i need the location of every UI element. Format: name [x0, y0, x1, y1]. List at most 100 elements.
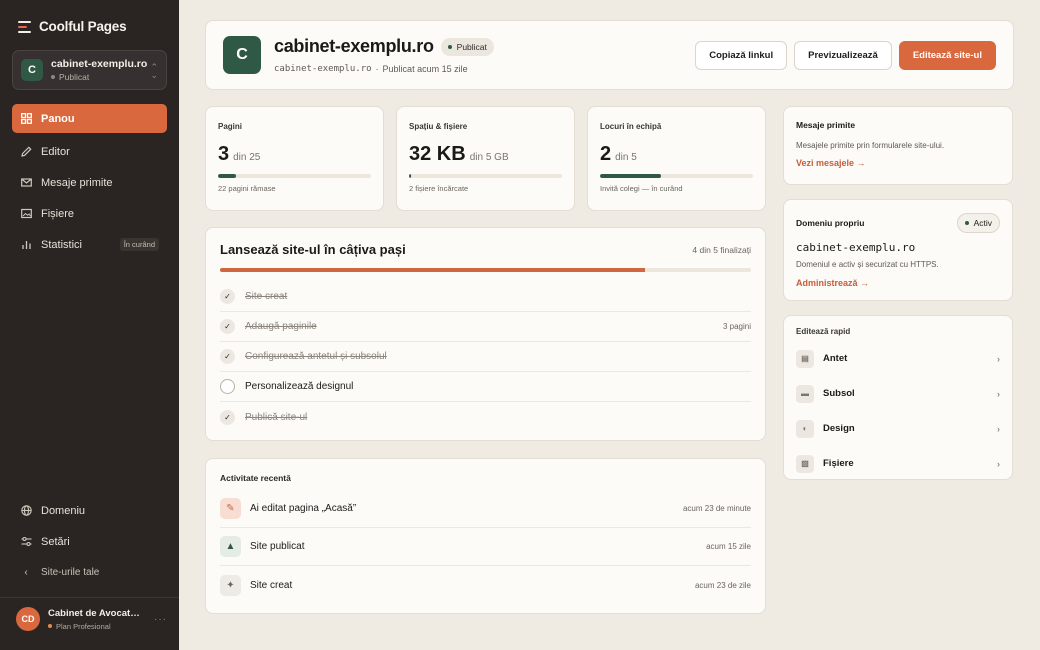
stat-card-pages: Pagini 3 din 25 22 pagini rămase: [205, 106, 384, 211]
step-item[interactable]: ✓ Site creat: [220, 282, 751, 312]
step-item[interactable]: ✓ Publică site-ul: [220, 402, 751, 432]
progress-bar: [218, 174, 371, 178]
sidebar-divider: [0, 597, 179, 598]
quick-edit-title: Editează rapid: [796, 327, 851, 336]
step-label: Publică site-ul: [245, 411, 308, 423]
recent-activity-card: Activitate recentă ✎ Ai editat pagina „A…: [205, 458, 766, 614]
activity-list: ✎ Ai editat pagina „Acasă” acum 23 de mi…: [220, 490, 751, 604]
check-icon: ✓: [220, 409, 235, 425]
progress-fill: [220, 268, 645, 272]
chevron-left-icon: ‹: [24, 567, 28, 578]
image-icon: [20, 208, 32, 220]
sidebar-item-domeniu[interactable]: Domeniu: [12, 496, 167, 525]
site-avatar: C: [223, 36, 261, 74]
check-icon: ✓: [220, 319, 235, 334]
quick-edit-label: Fișiere: [823, 458, 854, 469]
user-account[interactable]: CD Cabinet de Avocatură D... Plan Profes…: [16, 607, 167, 631]
status-dot: [447, 44, 452, 49]
activity-label: Ai editat pagina „Acasă”: [250, 503, 357, 514]
status-dot: [964, 221, 969, 225]
step-meta: 3 pagini: [722, 322, 751, 331]
stat-value: 32 KB: [409, 143, 466, 165]
chevron-right-icon: ›: [997, 458, 1000, 469]
sidebar-bottom-nav: Domeniu Setări ‹ Site-urile tale: [12, 496, 167, 589]
sidebar-item-statistici[interactable]: Statistici În curând: [12, 230, 167, 259]
status-badge: Publicat: [440, 37, 494, 56]
steps-list: ✓ Site creat ✓ Adaugă paginile 3 pagini …: [220, 282, 751, 432]
sidebar-item-editor[interactable]: Editor: [12, 137, 167, 166]
site-switcher-status: Publicat: [51, 72, 147, 82]
step-label: Adaugă paginile: [245, 321, 317, 332]
stat-value: 3: [218, 143, 230, 165]
stat-label: Locuri în echipă: [600, 122, 662, 131]
stat-value: 2: [600, 143, 612, 165]
quick-edit-item-subsol[interactable]: ▬ Subsol ›: [796, 376, 1000, 411]
sidebar-item-site-urile[interactable]: ‹ Site-urile tale: [12, 558, 167, 587]
image-icon: ▧: [796, 454, 814, 473]
status-badge-text: Activ: [973, 218, 992, 228]
chevron-right-icon: ›: [997, 353, 1000, 364]
activity-time: acum 23 de zile: [694, 580, 751, 590]
step-item[interactable]: ✓ Configurează antetul și subsolul: [220, 342, 751, 372]
sidebar-item-panou[interactable]: Panou: [12, 104, 167, 133]
site-switcher-name: cabinet-exemplu.ro: [51, 58, 148, 70]
steps-title: Lansează site-ul în câțiva pași: [220, 242, 406, 257]
messages-desc: Mesajele primite prin formularele site-u…: [796, 141, 945, 150]
quick-edit-item-antet[interactable]: ▤ Antet ›: [796, 341, 1000, 376]
quick-edit-card: Editează rapid ▤ Antet › ▬ Subsol › ◐ De…: [783, 315, 1013, 480]
user-name: Cabinet de Avocatură D...: [48, 607, 144, 619]
sidebar-nav: Panou Editor Mesaje primite Fișiere Stat…: [0, 104, 179, 259]
list-item: ▲ Site publicat acum 15 zile: [220, 528, 751, 566]
sidebar-item-label: Mesaje primite: [41, 176, 113, 189]
app-root: Coolful Pages C cabinet-exemplu.ro Publi…: [0, 0, 1040, 650]
sidebar-item-label: Fișiere: [41, 207, 75, 220]
stat-note: 22 pagini rămase: [218, 184, 276, 193]
preview-button[interactable]: Previzualizează: [794, 40, 892, 70]
edit-site-button[interactable]: Editează site-ul: [898, 40, 996, 70]
coming-soon-badge: În curând: [119, 238, 159, 251]
activity-title: Activitate recentă: [220, 473, 291, 483]
chevron-updown-icon: ⌃ ⌄: [150, 62, 158, 80]
sidebar-item-fisiere[interactable]: Fișiere: [12, 199, 167, 228]
progress-fill: [409, 174, 411, 178]
activity-time: acum 23 de minute: [682, 504, 751, 513]
sidebar-item-label: Editor: [41, 145, 70, 158]
view-messages-link[interactable]: Vezi mesajele →: [796, 158, 1000, 168]
stat-note: Invită colegi — în curând: [600, 184, 683, 193]
main-content: C cabinet-exemplu.ro Publicat cabinet-ex…: [179, 0, 1040, 650]
quick-edit-item-fisiere[interactable]: ▧ Fișiere ›: [796, 446, 1000, 481]
step-label: Site creat: [245, 291, 288, 302]
stat-limit: din 5 GB: [469, 152, 509, 163]
mail-icon: [20, 177, 32, 189]
sidebar-item-setari[interactable]: Setări: [12, 527, 167, 556]
stat-card-team: Locuri în echipă 2 din 5 Invită colegi —…: [587, 106, 766, 211]
more-icon[interactable]: ···: [154, 614, 167, 625]
manage-domain-link[interactable]: Administrează →: [796, 278, 1000, 288]
brand[interactable]: Coolful Pages: [0, 0, 179, 36]
copy-link-button[interactable]: Copiază linkul: [695, 40, 788, 70]
quick-edit-item-design[interactable]: ◐ Design ›: [796, 411, 1000, 446]
list-item: ✦ Site creat acum 23 de zile: [220, 566, 751, 604]
status-badge: Activ: [956, 213, 1000, 233]
sliders-icon: [20, 536, 32, 548]
pencil-icon: ✎: [220, 498, 241, 519]
sidebar-item-label: Site-urile tale: [41, 567, 100, 578]
steps-count: 4 din 5 finalizați: [692, 244, 751, 255]
steps-progress-bar: [220, 268, 751, 272]
contrast-icon: ◐: [796, 419, 814, 438]
progress-fill: [600, 174, 662, 178]
check-icon: ✓: [220, 349, 235, 364]
step-item[interactable]: ✓ Adaugă paginile 3 pagini: [220, 312, 751, 342]
step-item[interactable]: Personalizează designul: [220, 372, 751, 402]
sidebar-item-mesaje[interactable]: Mesaje primite: [12, 168, 167, 197]
site-switcher[interactable]: C cabinet-exemplu.ro Publicat ⌃ ⌄: [12, 50, 167, 90]
user-plan: Plan Profesional: [48, 622, 144, 631]
site-domain[interactable]: cabinet-exemplu.ro: [274, 64, 372, 74]
menu-stack-icon: [18, 20, 31, 33]
stat-card-storage: Spațiu & fișiere 32 KB din 5 GB 2 fișier…: [396, 106, 575, 211]
progress-bar: [600, 174, 753, 178]
step-label: Personalizează designul: [245, 381, 354, 392]
stat-note: 2 fișiere încărcate: [409, 184, 469, 193]
messages-title: Mesaje primite: [796, 120, 856, 130]
status-badge-text: Publicat: [456, 41, 487, 52]
